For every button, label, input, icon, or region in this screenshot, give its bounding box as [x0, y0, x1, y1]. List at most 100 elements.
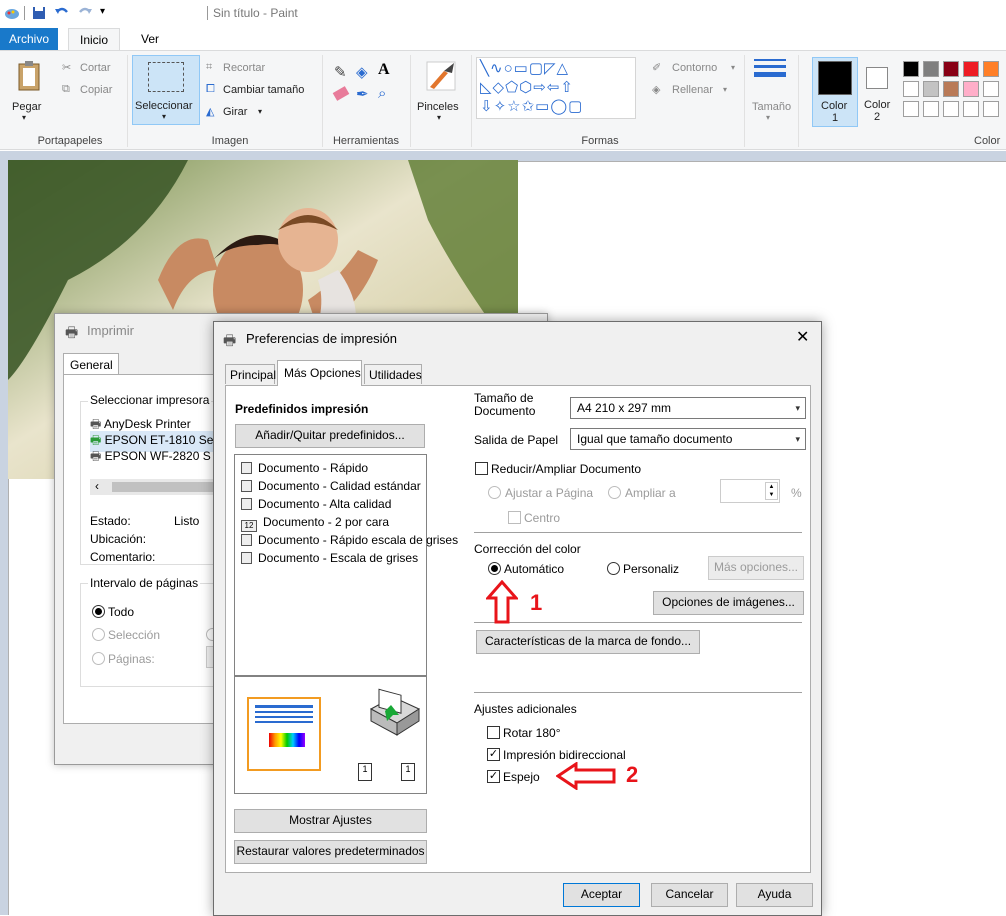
- rotate-icon: ◭: [206, 106, 215, 118]
- palette-swatch[interactable]: [963, 81, 979, 97]
- paper-out-select[interactable]: Igual que tamaño documento ▾: [570, 428, 806, 450]
- preset-item[interactable]: Documento - Calidad estándar: [241, 479, 421, 493]
- text-icon[interactable]: A: [378, 61, 390, 79]
- preset-item[interactable]: 12 Documento - 2 por cara: [241, 515, 389, 532]
- tab-archivo[interactable]: Archivo: [0, 28, 58, 50]
- radio-custom[interactable]: [607, 562, 620, 575]
- radio-pages[interactable]: [92, 652, 105, 665]
- image-options-button[interactable]: Opciones de imágenes...: [653, 591, 804, 615]
- more-options-button[interactable]: Más opciones...: [708, 556, 804, 580]
- palette-swatch-empty[interactable]: [943, 101, 959, 117]
- line-size-icon: [754, 59, 786, 77]
- crop-button[interactable]: ⌗ Recortar: [206, 61, 286, 77]
- cancel-button[interactable]: Cancelar: [651, 883, 728, 907]
- clipboard-icon: [18, 61, 40, 94]
- center-checkbox[interactable]: [508, 511, 521, 524]
- radio-selection[interactable]: [92, 628, 105, 641]
- palette-swatch[interactable]: [983, 61, 999, 77]
- ok-button[interactable]: Aceptar: [563, 883, 640, 907]
- palette-swatch[interactable]: [923, 61, 939, 77]
- paint-app-icon[interactable]: [4, 6, 20, 20]
- select-button[interactable]: Seleccionar ▾: [132, 55, 200, 125]
- palette-swatch[interactable]: [943, 61, 959, 77]
- preset-item[interactable]: Documento - Rápido: [241, 461, 368, 475]
- brushes-button[interactable]: Pinceles ▾: [416, 57, 466, 127]
- radio-zoom[interactable]: [608, 486, 621, 499]
- save-icon[interactable]: [32, 6, 46, 23]
- doc-size-select[interactable]: A4 210 x 297 mm ▾: [570, 397, 806, 419]
- tab-principal[interactable]: Principal: [225, 364, 276, 384]
- rotate-180-checkbox[interactable]: [487, 726, 500, 739]
- palette-swatch-empty[interactable]: [923, 101, 939, 117]
- palette-swatch-empty[interactable]: [983, 101, 999, 117]
- eraser-icon[interactable]: [332, 86, 350, 101]
- preset-item[interactable]: Documento - Alta calidad: [241, 497, 391, 511]
- mirror-checkbox[interactable]: ✓: [487, 770, 500, 783]
- radio-all[interactable]: [92, 605, 105, 618]
- palette-swatch[interactable]: [943, 81, 959, 97]
- page-range-label: Intervalo de páginas: [88, 576, 201, 590]
- printer-list-scrollbar[interactable]: ‹: [90, 479, 230, 495]
- printer-list[interactable]: 🖶 AnyDesk Printer 🖶 EPSON ET-1810 Se 🖶 E…: [90, 413, 230, 485]
- color-picker-icon[interactable]: ✒: [356, 85, 369, 103]
- tab-mas-opciones[interactable]: Más Opciones: [277, 360, 362, 386]
- color1-button[interactable]: Color 1: [812, 57, 858, 127]
- fill-button[interactable]: ◈ Rellenar ▾: [652, 83, 742, 99]
- outline-button[interactable]: ✐ Contorno ▾: [652, 61, 742, 77]
- printer-item[interactable]: 🖶 EPSON WF-2820 S: [90, 447, 211, 468]
- chevron-down-icon: ▾: [795, 434, 800, 444]
- tab-utilidades[interactable]: Utilidades: [364, 364, 422, 384]
- rotate-button[interactable]: ◭ Girar ▾: [206, 105, 276, 121]
- help-button[interactable]: Ayuda: [736, 883, 813, 907]
- radio-automatic[interactable]: [488, 562, 501, 575]
- preset-item[interactable]: Documento - Rápido escala de grises: [241, 533, 458, 547]
- color-palette[interactable]: [903, 61, 1006, 121]
- palette-swatch[interactable]: [923, 81, 939, 97]
- watermark-features-button[interactable]: Características de la marca de fondo...: [476, 630, 700, 654]
- print-dialog-title: Imprimir: [87, 323, 134, 338]
- crop-icon: ⌗: [206, 61, 213, 73]
- zoom-percent-input[interactable]: ▲ ▼: [720, 479, 780, 503]
- show-settings-button[interactable]: Mostrar Ajustes: [234, 809, 427, 833]
- undo-icon[interactable]: [54, 5, 70, 22]
- palette-swatch[interactable]: [983, 81, 999, 97]
- page-preview-icon: [247, 697, 321, 771]
- palette-swatch-empty[interactable]: [963, 101, 979, 117]
- document-icon: [241, 552, 252, 564]
- reduce-enlarge-checkbox[interactable]: [475, 462, 488, 475]
- restore-defaults-button[interactable]: Restaurar valores predeterminados: [234, 840, 427, 864]
- pref-dialog-title: Preferencias de impresión: [246, 331, 398, 346]
- spinner-icon[interactable]: ▲ ▼: [765, 482, 778, 500]
- fill-bucket-icon[interactable]: ◈: [356, 63, 368, 81]
- printer-default-icon: 🖶: [90, 433, 102, 447]
- paste-button[interactable]: Pegar ▾: [6, 57, 50, 127]
- size-button[interactable]: Tamaño ▾: [750, 57, 791, 127]
- palette-swatch[interactable]: [903, 61, 919, 77]
- tab-ver[interactable]: Ver: [128, 28, 172, 50]
- scroll-left-icon[interactable]: ‹: [95, 479, 99, 493]
- magnifier-icon[interactable]: ⌕: [378, 85, 386, 102]
- redo-icon[interactable]: [77, 5, 93, 22]
- cut-button[interactable]: ✂ Cortar: [62, 61, 122, 77]
- pencil-icon[interactable]: ✎: [334, 63, 347, 81]
- resize-button[interactable]: ⧠ Cambiar tamaño: [206, 83, 316, 99]
- color2-button[interactable]: Color 2: [862, 57, 892, 127]
- presets-list[interactable]: Documento - Rápido Documento - Calidad e…: [234, 454, 458, 676]
- group-label-clipboard: Portapapeles: [37, 135, 103, 147]
- bidirectional-checkbox[interactable]: ✓: [487, 748, 500, 761]
- quick-access-dropdown-icon[interactable]: ▾: [100, 6, 105, 17]
- palette-swatch[interactable]: [963, 61, 979, 77]
- print-general-panel: Seleccionar impresora 🖶 AnyDesk Printer …: [63, 374, 230, 724]
- selection-rectangle-icon: [148, 62, 184, 92]
- shapes-gallery[interactable]: ╲∿○▭▢◸△ ◺◇⬠⬡⇨⇦⇧ ⇩✧☆✩▭◯▢: [476, 57, 636, 119]
- preset-item[interactable]: Documento - Escala de grises: [241, 551, 418, 565]
- print-preview: 1 1: [234, 676, 427, 794]
- tab-general[interactable]: General: [63, 353, 119, 375]
- close-icon[interactable]: ✕: [796, 327, 809, 347]
- palette-swatch[interactable]: [903, 81, 919, 97]
- tab-inicio[interactable]: Inicio: [68, 28, 120, 51]
- palette-swatch-empty[interactable]: [903, 101, 919, 117]
- add-remove-presets-button[interactable]: Añadir/Quitar predefinidos...: [235, 424, 425, 448]
- radio-fit-page[interactable]: [488, 486, 501, 499]
- copy-button[interactable]: ⧉ Copiar: [62, 83, 122, 99]
